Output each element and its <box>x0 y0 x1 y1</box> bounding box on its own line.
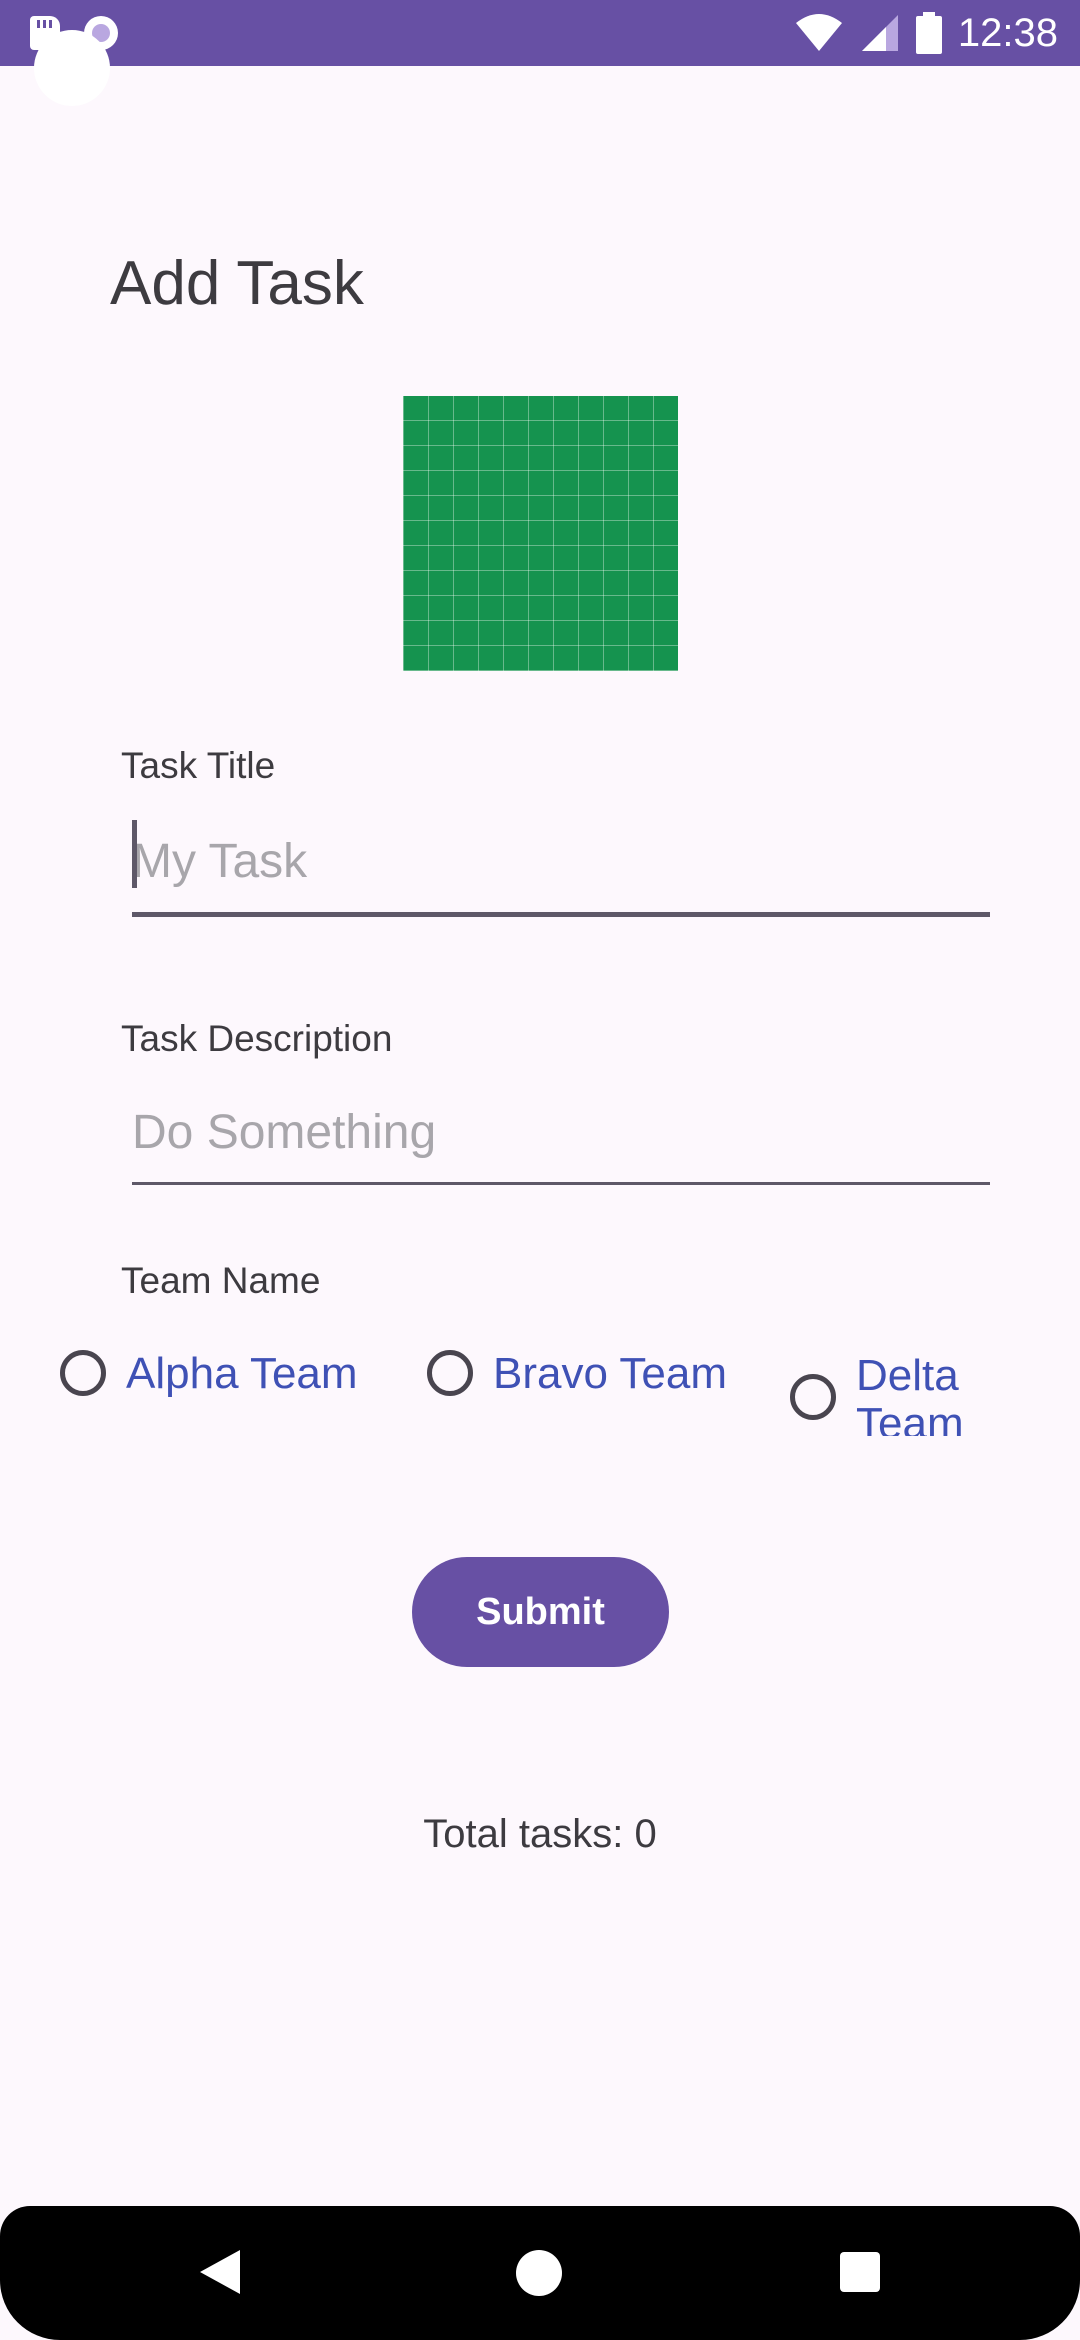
team-name-label: Team Name <box>121 1260 321 1301</box>
recents-icon[interactable] <box>840 2252 880 2292</box>
task-description-label: Task Description <box>121 1018 393 1059</box>
submit-button[interactable]: Submit <box>412 1557 669 1667</box>
status-bar: 12:38 <box>0 0 1080 66</box>
task-title-input[interactable] <box>132 822 990 917</box>
cell-signal-icon <box>861 15 898 51</box>
radio-delta-team[interactable]: Delta Team <box>790 1352 976 1436</box>
radio-button-icon[interactable] <box>790 1374 836 1420</box>
task-title-label: Task Title <box>121 745 276 786</box>
radio-label: Bravo Team <box>493 1349 727 1398</box>
navigation-bar <box>0 2206 1080 2340</box>
radio-bravo-team[interactable]: Bravo Team <box>427 1350 727 1398</box>
radio-alpha-team[interactable]: Alpha Team <box>60 1350 358 1398</box>
add-task-screen: 12:38 Add Task Task Title Task Descripti… <box>0 0 1080 2340</box>
text-cursor <box>132 820 137 888</box>
status-time: 12:38 <box>957 10 1058 55</box>
page-title: Add Task <box>110 249 364 318</box>
total-tasks-text: Total tasks: 0 <box>423 1812 657 1856</box>
battery-icon <box>915 12 942 54</box>
radio-button-icon[interactable] <box>427 1350 473 1396</box>
home-icon[interactable] <box>516 2250 562 2296</box>
wifi-icon <box>795 14 842 51</box>
back-icon[interactable] <box>200 2250 240 2294</box>
task-image <box>403 396 678 671</box>
radio-label: Delta Team <box>856 1352 964 1436</box>
radio-label: Alpha Team <box>126 1349 358 1398</box>
floating-overlay-dot <box>34 30 110 106</box>
task-description-input[interactable] <box>132 1095 990 1185</box>
radio-button-icon[interactable] <box>60 1350 106 1396</box>
status-right-icons: 12:38 <box>794 6 1058 60</box>
